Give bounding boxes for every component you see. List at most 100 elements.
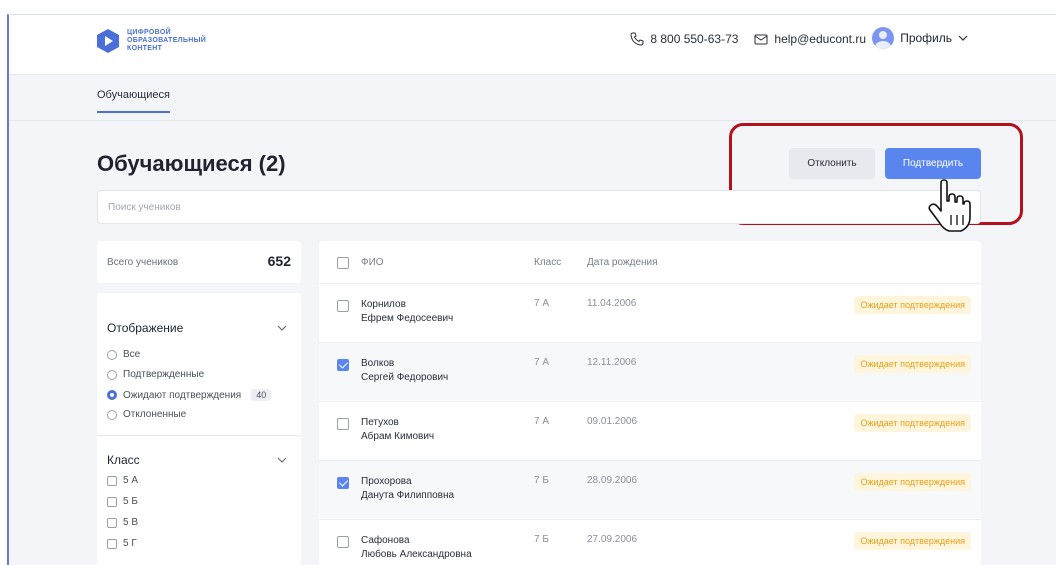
count-badge: 40	[251, 389, 272, 401]
chevron-down-icon[interactable]	[277, 325, 287, 331]
status-badge: Ожидает подтверждения	[854, 414, 971, 432]
status-badge: Ожидает подтверждения	[854, 296, 971, 314]
class-cell: 7 А	[534, 416, 550, 427]
first-name: Данута Филипповна	[361, 490, 455, 501]
last-name: Волков	[361, 358, 395, 369]
dob-cell: 09.01.2006	[587, 416, 638, 427]
first-name: Сергей Федорович	[361, 372, 449, 383]
table-row[interactable]: Сафонова Любовь Александровна 7 Б 27.09.…	[319, 519, 981, 565]
table-row[interactable]: Петухов Абрам Кимович 7 А 09.01.2006 Ожи…	[319, 401, 981, 459]
checkbox-icon	[107, 517, 117, 528]
profile-menu[interactable]: Профиль	[872, 27, 968, 49]
page-title: Обучающиеся (2)	[97, 151, 286, 176]
display-filter-title[interactable]: Отображение	[107, 321, 183, 335]
last-name: Корнилов	[361, 299, 406, 310]
last-name: Петухов	[361, 417, 399, 428]
student-name: Петухов Абрам Кимович	[361, 416, 434, 444]
radio-icon	[107, 349, 117, 360]
last-name: Прохорова	[361, 476, 412, 487]
tab-students[interactable]: Обучающиеся	[97, 89, 170, 113]
first-name: Любовь Александровна	[361, 549, 472, 560]
hand-cursor-icon	[928, 179, 971, 232]
row-checkbox-checked[interactable]	[337, 477, 349, 489]
logo-text: ЦИФРОВОЙ ОБРАЗОВАТЕЛЬНЫЙ КОНТЕНТ	[127, 29, 206, 53]
phone-link[interactable]: 8 800 550-63-73	[630, 32, 738, 46]
logo-icon	[97, 29, 119, 53]
table-row[interactable]: Корнилов Ефрем Федосеевич 7 А 11.04.2006…	[319, 283, 981, 341]
radio-icon	[107, 409, 117, 420]
radio-pending[interactable]: Ожидают подтверждения 40	[107, 389, 272, 401]
class-cell: 7 А	[534, 298, 550, 309]
mail-icon	[754, 34, 768, 45]
radio-confirmed[interactable]: Подтвержденные	[107, 369, 204, 380]
search-placeholder: Поиск учеников	[108, 202, 181, 213]
phone-number: 8 800 550-63-73	[650, 32, 739, 46]
last-name: Сафонова	[361, 535, 410, 546]
total-label: Всего учеников	[107, 257, 179, 268]
class-checkbox[interactable]: 5 А	[107, 475, 138, 486]
logo[interactable]: ЦИФРОВОЙ ОБРАЗОВАТЕЛЬНЫЙ КОНТЕНТ	[97, 29, 206, 53]
radio-rejected[interactable]: Отклоненные	[107, 409, 186, 420]
sub-navigation: Обучающиеся	[9, 75, 1056, 121]
radio-label: Подтвержденные	[123, 369, 205, 380]
dob-cell: 27.09.2006	[587, 534, 638, 545]
column-header-name[interactable]: ФИО	[361, 257, 384, 268]
filters-panel: Отображение Все Подтвержденные Ожидают п…	[97, 293, 301, 565]
student-name: Прохорова Данута Филипповна	[361, 475, 454, 503]
students-table: ФИО Класс Дата рождения Корнилов Ефрем Ф…	[319, 241, 981, 565]
student-name: Волков Сергей Федорович	[361, 357, 448, 385]
row-checkbox[interactable]	[337, 418, 349, 430]
email-link[interactable]: help@educont.ru	[754, 32, 866, 46]
row-checkbox-checked[interactable]	[337, 359, 349, 371]
avatar	[872, 27, 895, 49]
status-badge: Ожидает подтверждения	[854, 355, 971, 373]
logo-line: КОНТЕНТ	[127, 45, 163, 52]
select-all-checkbox[interactable]	[337, 257, 349, 269]
radio-all[interactable]: Все	[107, 349, 140, 360]
row-checkbox[interactable]	[337, 300, 349, 312]
logo-line: ОБРАЗОВАТЕЛЬНЫЙ	[127, 37, 207, 44]
divider	[97, 435, 301, 436]
dob-cell: 12.11.2006	[587, 357, 637, 368]
class-label: 5 Г	[123, 538, 137, 549]
total-students-card: Всего учеников 652	[97, 241, 301, 283]
class-cell: 7 Б	[534, 534, 549, 545]
dob-cell: 28.09.2006	[587, 475, 638, 486]
class-checkbox[interactable]: 5 Г	[107, 538, 137, 549]
class-checkbox[interactable]: 5 В	[107, 517, 138, 528]
checkbox-icon	[107, 538, 117, 549]
first-name: Ефрем Федосеевич	[361, 313, 454, 324]
student-name: Корнилов Ефрем Федосеевич	[361, 298, 453, 326]
chevron-down-icon[interactable]	[277, 457, 287, 463]
class-label: 5 А	[123, 475, 139, 486]
search-input[interactable]: Поиск учеников	[97, 190, 981, 224]
column-header-class[interactable]: Класс	[534, 257, 561, 268]
total-value: 652	[267, 253, 291, 269]
class-label: 5 В	[123, 517, 139, 528]
profile-label: Профиль	[900, 31, 952, 45]
student-name: Сафонова Любовь Александровна	[361, 534, 472, 562]
chevron-down-icon	[958, 35, 968, 41]
top-header: ЦИФРОВОЙ ОБРАЗОВАТЕЛЬНЫЙ КОНТЕНТ 8 800 5…	[9, 15, 1056, 75]
radio-label: Все	[123, 349, 141, 360]
class-checkbox[interactable]: 5 Б	[107, 496, 138, 507]
status-badge: Ожидает подтверждения	[854, 532, 971, 550]
row-checkbox[interactable]	[337, 536, 349, 548]
class-cell: 7 А	[534, 357, 550, 368]
table-row[interactable]: Прохорова Данута Филипповна 7 Б 28.09.20…	[319, 460, 981, 518]
radio-label: Ожидают подтверждения	[123, 389, 242, 401]
dob-cell: 11.04.2006	[587, 298, 637, 309]
logo-line: ЦИФРОВОЙ	[127, 29, 171, 36]
checkbox-icon	[107, 496, 117, 507]
contacts: 8 800 550-63-73 help@educont.ru	[630, 32, 866, 46]
app-frame: ЦИФРОВОЙ ОБРАЗОВАТЕЛЬНЫЙ КОНТЕНТ 8 800 5…	[7, 14, 1056, 565]
radio-icon	[107, 369, 117, 380]
checkbox-icon	[107, 475, 117, 486]
column-header-dob[interactable]: Дата рождения	[587, 257, 658, 268]
class-cell: 7 Б	[534, 475, 549, 486]
class-filter-title[interactable]: Класс	[107, 453, 140, 467]
radio-label: Отклоненные	[123, 409, 187, 420]
table-row[interactable]: Волков Сергей Федорович 7 А 12.11.2006 О…	[319, 342, 981, 400]
first-name: Абрам Кимович	[361, 431, 435, 442]
email-address: help@educont.ru	[774, 32, 866, 46]
